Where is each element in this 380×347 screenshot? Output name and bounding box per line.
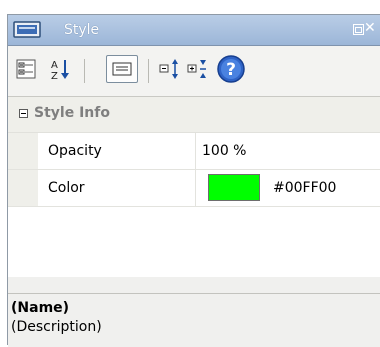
svg-text:A: A bbox=[51, 60, 58, 71]
style-panel: Style ✕ A Z ? Style Info Opacity 100 % C… bbox=[7, 14, 380, 347]
monitor-icon bbox=[13, 21, 41, 38]
property-pages-button[interactable] bbox=[106, 55, 138, 83]
column-divider bbox=[195, 133, 196, 169]
category-label: Style Info bbox=[34, 105, 110, 121]
toolbar: A Z ? bbox=[8, 46, 380, 97]
color-swatch[interactable] bbox=[208, 174, 260, 201]
window-title: Style bbox=[64, 22, 100, 38]
property-value[interactable]: #00FF00 bbox=[273, 180, 336, 196]
help-icon[interactable]: ? bbox=[216, 54, 246, 84]
svg-text:Z: Z bbox=[51, 71, 58, 82]
collapse-all-icon[interactable] bbox=[186, 56, 210, 82]
property-row-color[interactable]: Color #00FF00 bbox=[8, 170, 380, 207]
categorized-view-icon[interactable] bbox=[14, 56, 38, 82]
property-name: Color bbox=[48, 180, 85, 196]
splitter[interactable] bbox=[8, 277, 380, 293]
close-icon[interactable]: ✕ bbox=[364, 21, 378, 35]
toolbar-separator bbox=[84, 59, 85, 83]
column-divider bbox=[195, 170, 196, 206]
restore-icon[interactable] bbox=[353, 24, 364, 35]
alphabetical-sort-icon[interactable]: A Z bbox=[48, 56, 72, 82]
property-pages-icon bbox=[112, 62, 132, 76]
toolbar-separator bbox=[148, 59, 149, 83]
expand-all-icon[interactable] bbox=[158, 56, 182, 82]
property-value[interactable]: 100 % bbox=[202, 143, 246, 159]
category-row[interactable]: Style Info bbox=[8, 97, 380, 133]
titlebar[interactable]: Style ✕ bbox=[8, 15, 380, 46]
row-margin bbox=[8, 170, 38, 206]
row-margin bbox=[8, 133, 38, 169]
property-grid: Style Info Opacity 100 % Color #00FF00 bbox=[8, 97, 380, 277]
help-name: (Name) bbox=[11, 300, 70, 316]
property-row-opacity[interactable]: Opacity 100 % bbox=[8, 133, 380, 170]
help-description: (Description) bbox=[11, 319, 102, 335]
property-name: Opacity bbox=[48, 143, 102, 159]
collapse-icon[interactable] bbox=[19, 109, 28, 118]
help-pane: (Name) (Description) bbox=[8, 293, 380, 347]
svg-text:?: ? bbox=[226, 60, 236, 80]
